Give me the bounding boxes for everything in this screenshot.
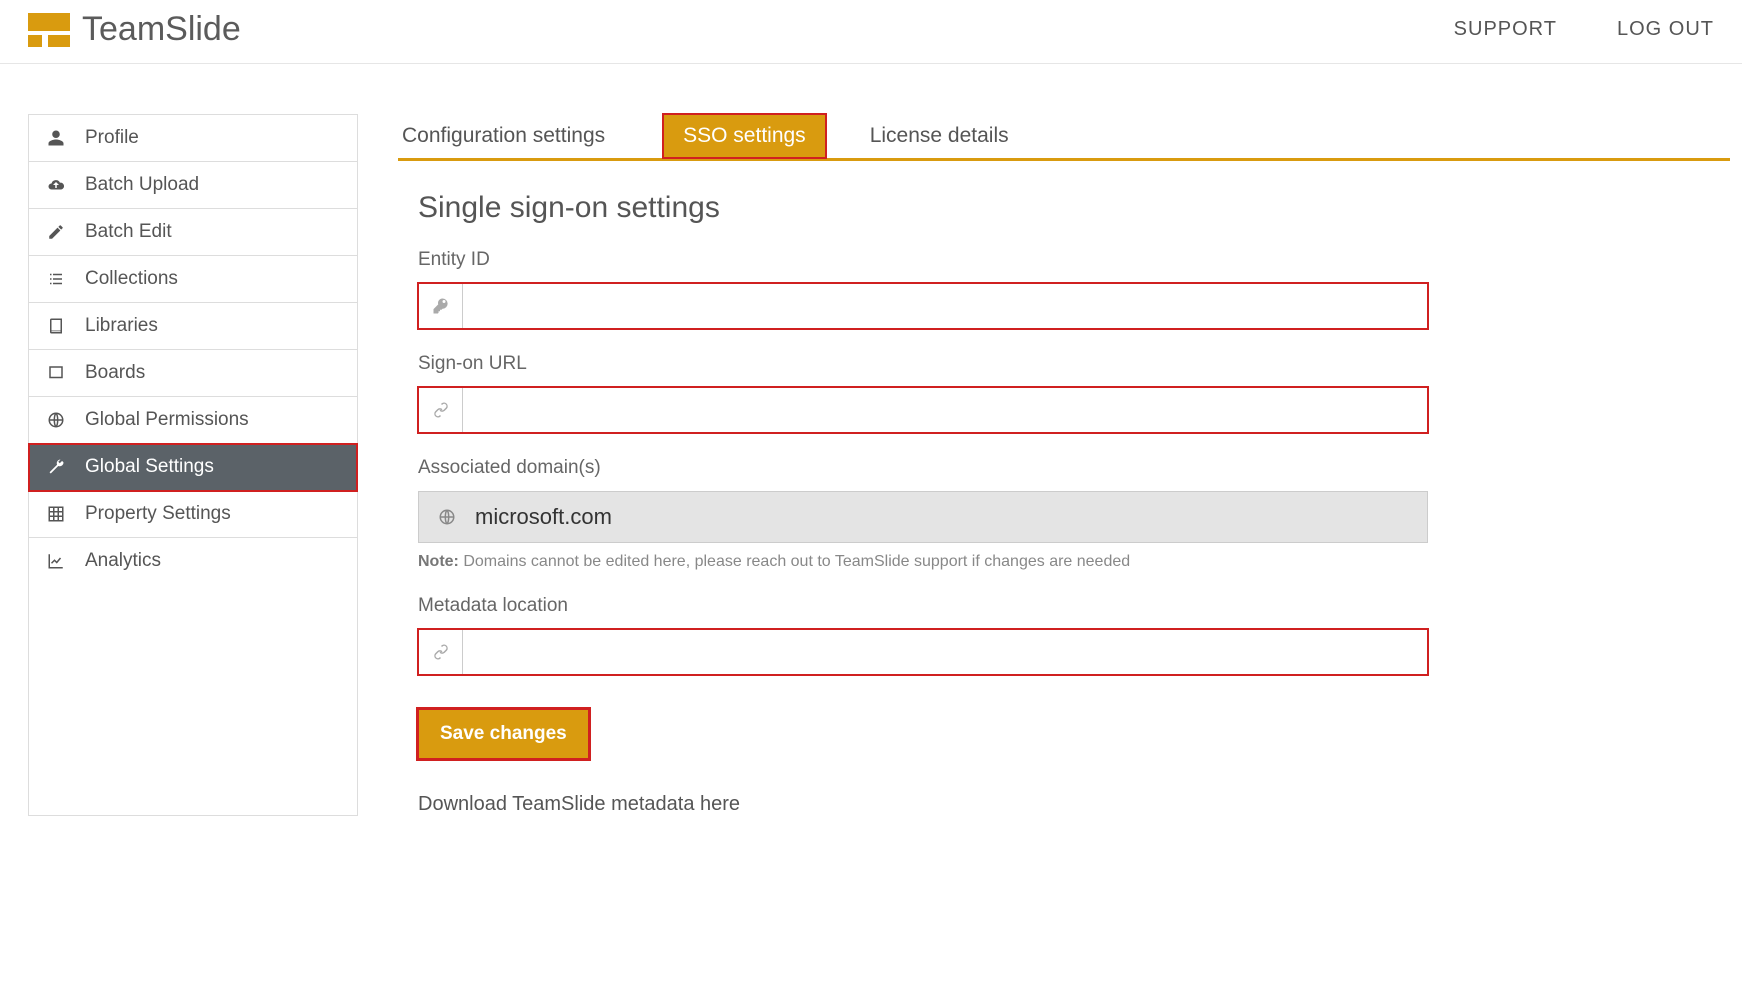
note-prefix: Note: xyxy=(418,553,459,570)
signon-url-input[interactable] xyxy=(463,388,1427,432)
metadata-label: Metadata location xyxy=(418,595,1428,617)
sidebar-item-boards[interactable]: Boards xyxy=(29,350,357,397)
domains-value: microsoft.com xyxy=(475,492,1427,542)
entity-id-group xyxy=(418,283,1428,329)
sidebar: Profile Batch Upload Batch Edit Collecti… xyxy=(28,114,358,816)
cloud-upload-icon xyxy=(45,176,67,194)
sidebar-item-global-permissions[interactable]: Global Permissions xyxy=(29,397,357,444)
tab-sso-settings[interactable]: SSO settings xyxy=(663,114,826,158)
sidebar-item-global-settings[interactable]: Global Settings xyxy=(29,444,357,491)
sso-form: Single sign-on settings Entity ID Sign-o… xyxy=(398,161,1428,816)
key-icon xyxy=(419,284,463,328)
link-icon xyxy=(419,388,463,432)
link-icon xyxy=(419,630,463,674)
logout-link[interactable]: LOG OUT xyxy=(1617,18,1714,41)
sidebar-item-label: Profile xyxy=(85,127,139,149)
entity-id-label: Entity ID xyxy=(418,249,1428,271)
sidebar-item-label: Libraries xyxy=(85,315,158,337)
support-link[interactable]: SUPPORT xyxy=(1454,18,1557,41)
pencil-icon xyxy=(45,223,67,241)
user-icon xyxy=(45,129,67,147)
sidebar-item-label: Analytics xyxy=(85,550,161,572)
sidebar-item-label: Collections xyxy=(85,268,178,290)
signon-url-group xyxy=(418,387,1428,433)
globe-icon xyxy=(45,411,67,429)
sidebar-item-batch-edit[interactable]: Batch Edit xyxy=(29,209,357,256)
domains-label: Associated domain(s) xyxy=(418,457,1428,479)
tab-license-details[interactable]: License details xyxy=(866,114,1027,158)
grid-icon xyxy=(45,505,67,523)
logo-area: TeamSlide xyxy=(28,10,241,49)
tabs: Configuration settings SSO settings Lice… xyxy=(398,114,1730,161)
sidebar-item-label: Global Settings xyxy=(85,456,214,478)
metadata-group xyxy=(418,629,1428,675)
entity-id-input[interactable] xyxy=(463,284,1427,328)
sidebar-item-profile[interactable]: Profile xyxy=(29,115,357,162)
list-icon xyxy=(45,270,67,288)
note-text: Domains cannot be edited here, please re… xyxy=(459,553,1130,570)
metadata-input[interactable] xyxy=(463,630,1427,674)
globe-icon xyxy=(419,492,475,542)
sidebar-item-collections[interactable]: Collections xyxy=(29,256,357,303)
domains-group: microsoft.com xyxy=(418,491,1428,543)
signon-url-label: Sign-on URL xyxy=(418,353,1428,375)
sidebar-item-analytics[interactable]: Analytics xyxy=(29,538,357,584)
chart-icon xyxy=(45,552,67,570)
sidebar-item-label: Boards xyxy=(85,362,145,384)
sidebar-item-label: Property Settings xyxy=(85,503,231,525)
domains-note: Note: Domains cannot be edited here, ple… xyxy=(418,553,1428,571)
tab-configuration-settings[interactable]: Configuration settings xyxy=(398,114,623,158)
save-button[interactable]: Save changes xyxy=(418,709,589,759)
sidebar-item-property-settings[interactable]: Property Settings xyxy=(29,491,357,538)
board-icon xyxy=(45,364,67,382)
logo-icon xyxy=(28,13,70,47)
brand-name: TeamSlide xyxy=(82,10,241,49)
wrench-icon xyxy=(45,458,67,476)
header: TeamSlide SUPPORT LOG OUT xyxy=(0,0,1742,64)
book-icon xyxy=(45,317,67,335)
header-links: SUPPORT LOG OUT xyxy=(1454,18,1714,41)
sidebar-item-label: Batch Edit xyxy=(85,221,172,243)
sidebar-item-label: Global Permissions xyxy=(85,409,249,431)
page-title: Single sign-on settings xyxy=(418,191,1428,225)
sidebar-item-label: Batch Upload xyxy=(85,174,199,196)
sidebar-item-libraries[interactable]: Libraries xyxy=(29,303,357,350)
sidebar-item-batch-upload[interactable]: Batch Upload xyxy=(29,162,357,209)
main-content: Configuration settings SSO settings Lice… xyxy=(398,114,1742,816)
download-metadata-link[interactable]: Download TeamSlide metadata here xyxy=(418,793,1428,816)
